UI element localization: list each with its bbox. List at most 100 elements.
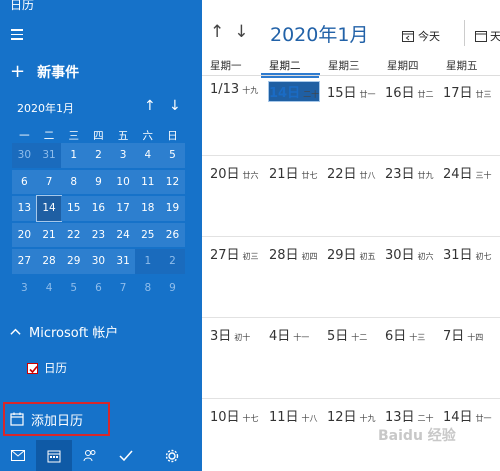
mini-calendar-day[interactable]: 1: [61, 143, 87, 168]
day-cell[interactable]: 1/13 十九: [210, 82, 258, 97]
day-cell[interactable]: 12日 十九: [327, 406, 376, 425]
today-button-label: 今天: [418, 30, 440, 43]
day-cell[interactable]: 23日 廿九: [385, 163, 434, 182]
day-cell[interactable]: 7日 十四: [443, 325, 483, 344]
mini-calendar-day[interactable]: 16: [86, 196, 111, 221]
calendar-add-icon: [10, 412, 24, 426]
mini-calendar-day[interactable]: 23: [86, 222, 111, 247]
toolbar-divider: [464, 20, 465, 46]
mini-calendar-day[interactable]: 18: [135, 196, 161, 221]
day-view-button[interactable]: 天: [475, 28, 500, 44]
today-button[interactable]: 今天: [402, 28, 440, 44]
mini-calendar-week: 27 28 29 30 31 1 2: [12, 248, 186, 275]
mini-calendar-day[interactable]: 10: [110, 169, 136, 194]
lunar-date: 廿三: [475, 90, 492, 99]
mini-calendar-day[interactable]: 25: [135, 222, 161, 247]
mini-calendar-day[interactable]: 6: [86, 276, 111, 301]
watermark: Baidu 经验: [378, 428, 456, 444]
mini-calendar-day[interactable]: 28: [36, 249, 62, 274]
day-number: 28日: [269, 248, 299, 263]
month-title[interactable]: 2020年1月: [270, 20, 368, 47]
plus-icon: +: [10, 61, 26, 82]
mini-calendar-day[interactable]: 31: [110, 249, 136, 274]
microsoft-account-header[interactable]: Microsoft 帐户: [10, 322, 118, 341]
mail-icon[interactable]: [0, 440, 36, 471]
day-cell[interactable]: 4日 十一: [269, 325, 309, 344]
mini-calendar-day[interactable]: 24: [110, 222, 136, 247]
add-calendar-button[interactable]: 添加日历: [3, 402, 110, 436]
day-cell[interactable]: 11日 十八: [269, 406, 318, 425]
mini-calendar-day[interactable]: 2: [86, 143, 111, 168]
day-cell[interactable]: 31日 初七: [443, 244, 492, 263]
mini-calendar-day[interactable]: 6: [12, 169, 37, 194]
mini-calendar-day[interactable]: 17: [110, 196, 136, 221]
mini-calendar-day[interactable]: 7: [111, 276, 136, 301]
mini-calendar-week: 30 31 1 2 3 4 5: [12, 142, 186, 169]
day-cell-today[interactable]: 14日 二十: [267, 81, 321, 102]
mini-calendar-day[interactable]: 2: [160, 249, 185, 274]
mini-calendar-day[interactable]: 30: [86, 249, 111, 274]
mini-calendar-day[interactable]: 9: [160, 276, 185, 301]
day-cell[interactable]: 24日 三十: [443, 163, 492, 182]
mini-calendar-day[interactable]: 5: [61, 276, 86, 301]
hamburger-menu-icon[interactable]: [11, 29, 23, 40]
day-cell[interactable]: 17日 廿三: [443, 82, 492, 101]
day-cell[interactable]: 29日 初五: [327, 244, 376, 263]
mini-calendar-day[interactable]: 4: [135, 143, 161, 168]
mini-calendar-day[interactable]: 26: [160, 222, 185, 247]
settings-gear-icon[interactable]: [154, 440, 190, 471]
mini-calendar-day[interactable]: 21: [36, 222, 62, 247]
day-cell[interactable]: 30日 初六: [385, 244, 434, 263]
mini-calendar-day[interactable]: 30: [12, 143, 37, 168]
mini-calendar-month-label[interactable]: 2020年1月: [17, 100, 74, 116]
mini-calendar-day[interactable]: 31: [36, 143, 62, 168]
mini-calendar-today[interactable]: 14: [35, 195, 63, 222]
day-cell[interactable]: 20日 廿六: [210, 163, 259, 182]
day-cell[interactable]: 14日 廿一: [443, 406, 492, 425]
mini-calendar-day[interactable]: 3: [110, 143, 136, 168]
mini-calendar-day[interactable]: 19: [160, 196, 185, 221]
day-cell[interactable]: 22日 廿八: [327, 163, 376, 182]
mini-calendar-day[interactable]: 13: [12, 196, 37, 221]
next-arrow-icon[interactable]: ↓: [234, 22, 248, 42]
arrow-up-icon[interactable]: ↑: [144, 98, 156, 114]
mini-calendar-day[interactable]: 22: [61, 222, 87, 247]
lunar-date: 廿九: [417, 171, 434, 180]
mini-calendar-day[interactable]: 8: [61, 169, 87, 194]
day-cell[interactable]: 28日 初四: [269, 244, 318, 263]
todo-icon[interactable]: [108, 440, 144, 471]
mini-calendar-day[interactable]: 9: [86, 169, 111, 194]
mini-calendar-day[interactable]: 7: [36, 169, 62, 194]
day-number: 20日: [210, 167, 240, 182]
mini-calendar-day[interactable]: 29: [61, 249, 87, 274]
mini-calendar-day[interactable]: 27: [12, 249, 37, 274]
mini-calendar-day[interactable]: 4: [37, 276, 62, 301]
day-cell[interactable]: 16日 廿二: [385, 82, 434, 101]
mini-calendar-day[interactable]: 12: [160, 169, 185, 194]
mini-calendar-day[interactable]: 20: [12, 222, 37, 247]
previous-arrow-icon[interactable]: ↑: [210, 22, 224, 42]
mini-calendar-day[interactable]: 11: [135, 169, 161, 194]
mini-calendar-day[interactable]: 8: [135, 276, 160, 301]
day-cell[interactable]: 21日 廿七: [269, 163, 318, 182]
checkbox[interactable]: [27, 362, 38, 374]
calendar-checkbox-item[interactable]: 日历: [27, 360, 67, 376]
mini-calendar-day[interactable]: 3: [12, 276, 37, 301]
day-number: 24日: [443, 167, 473, 182]
day-cell[interactable]: 27日 初三: [210, 244, 259, 263]
arrow-down-icon[interactable]: ↓: [169, 98, 181, 114]
day-cell[interactable]: 3日 初十: [210, 325, 250, 344]
day-cell[interactable]: 6日 十三: [385, 325, 425, 344]
day-cell[interactable]: 15日 廿一: [327, 82, 376, 101]
mini-calendar-week: 6 7 8 9 10 11 12: [12, 169, 186, 196]
weekday-label: 星期二: [261, 55, 320, 75]
mini-calendar-day[interactable]: 15: [61, 196, 87, 221]
new-event-button[interactable]: + 新事件: [10, 62, 79, 82]
day-cell[interactable]: 13日 二十: [385, 406, 434, 425]
mini-calendar-day[interactable]: 1: [135, 249, 161, 274]
people-icon[interactable]: [72, 440, 108, 471]
day-cell[interactable]: 5日 十二: [327, 325, 367, 344]
calendar-icon[interactable]: [36, 440, 72, 471]
mini-calendar-day[interactable]: 5: [160, 143, 185, 168]
day-cell[interactable]: 10日 十七: [210, 406, 259, 425]
